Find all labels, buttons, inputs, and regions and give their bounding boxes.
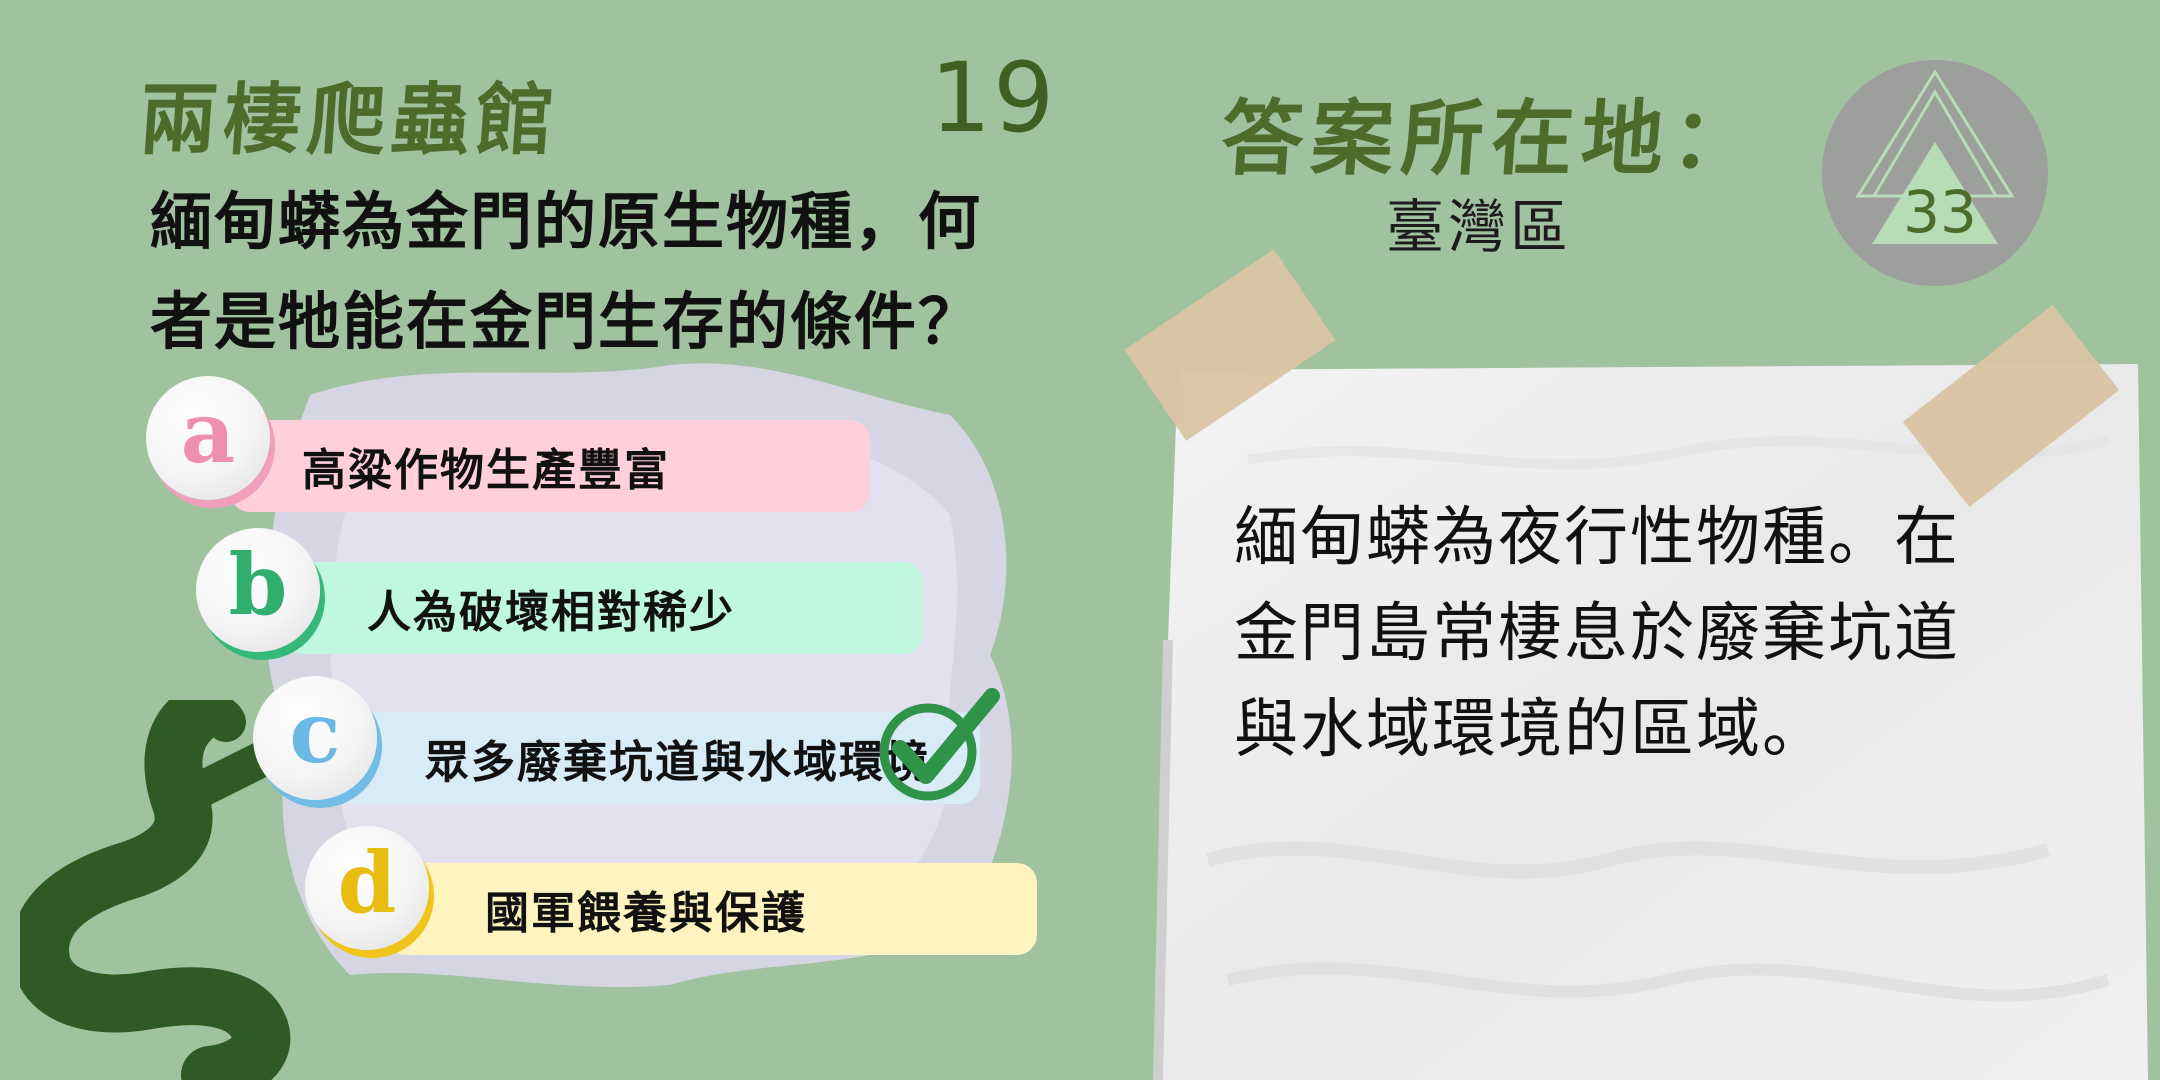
question-text: 緬甸蟒為金門的原生物種，何 者是牠能在金門生存的條件？ — [150, 172, 1050, 372]
badge-number: 33 — [1903, 178, 1977, 246]
category-title: 兩棲爬蟲館 — [136, 76, 563, 166]
answer-location-label: 答案所在地： — [1218, 92, 1765, 187]
option-d-letter-ball[interactable]: d — [305, 826, 429, 950]
option-a-text: 高粱作物生產豐富 — [302, 445, 670, 496]
option-b-letter-ball[interactable]: b — [196, 528, 320, 652]
explanation-line-2: 金門島常棲息於廢棄坑道 — [1234, 597, 1960, 671]
question-number: 19 — [930, 42, 1057, 154]
option-c-text: 眾多廢棄坑道與水域環境 — [425, 737, 931, 788]
option-b[interactable]: 人為破壞相對稀少 — [285, 562, 923, 654]
triangle-badge-icon: 33 — [1822, 60, 2048, 286]
option-d-text: 國軍餵養與保護 — [485, 888, 807, 939]
check-mark-icon — [879, 688, 1000, 801]
question-line-1: 緬甸蟒為金門的原生物種，何 — [150, 185, 983, 258]
option-a[interactable]: 高粱作物生產豐富 — [230, 420, 870, 512]
explanation-line-1: 緬甸蟒為夜行性物種。在 — [1234, 501, 1960, 575]
explanation-line-3: 與水域環境的區域。 — [1234, 693, 1828, 767]
explanation-text: 緬甸蟒為夜行性物種。在 金門島常棲息於廢棄坑道 與水域環境的區域。 — [1234, 490, 2004, 778]
option-d[interactable]: 國軍餵養與保護 — [385, 863, 1037, 955]
option-c-letter-ball[interactable]: c — [253, 676, 377, 800]
option-a-letter-ball[interactable]: a — [146, 376, 270, 500]
option-b-text: 人為破壞相對稀少 — [367, 587, 735, 638]
answer-location-value: 臺灣區 — [1386, 193, 1573, 261]
